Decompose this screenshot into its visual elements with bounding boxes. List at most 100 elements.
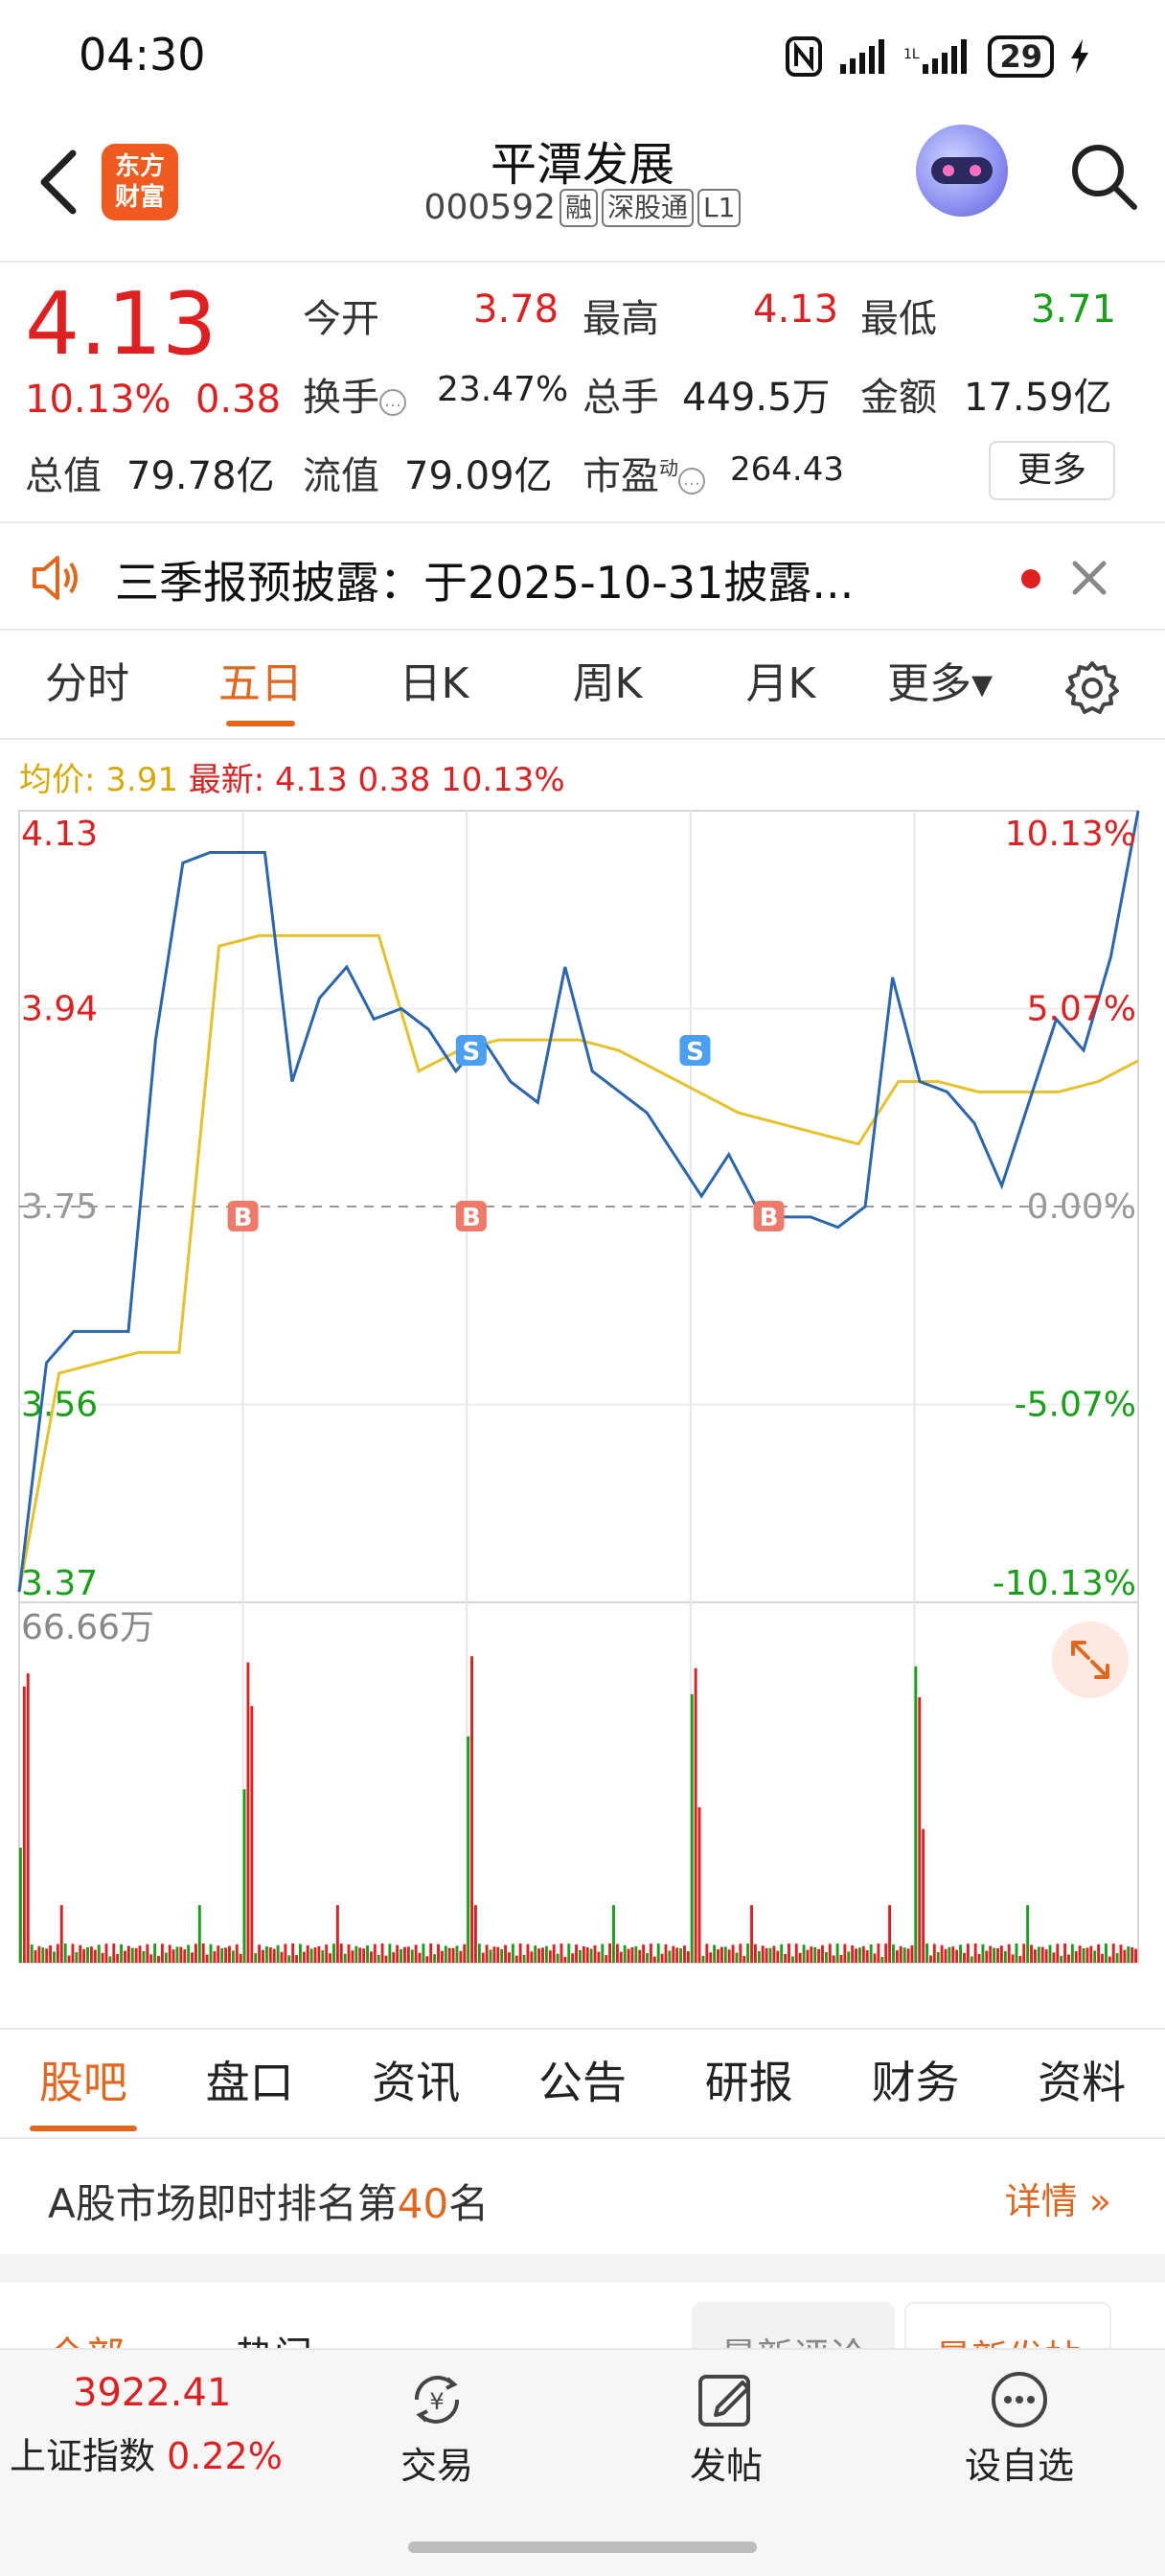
volume-bar (384, 1955, 388, 1963)
index-name[interactable]: 上证指数 0.22% (10, 2426, 283, 2479)
volume-bar (694, 1668, 697, 1963)
volume-bar (455, 1945, 459, 1963)
buy-marker-letter: B (234, 1204, 253, 1232)
volume-bar (534, 1945, 537, 1963)
close-icon[interactable] (1065, 554, 1113, 602)
tab-intraday[interactable]: 分时 (0, 632, 174, 738)
volume-bar (481, 1952, 485, 1963)
volume-bar (765, 1947, 768, 1963)
buy-marker-letter: B (462, 1204, 481, 1232)
volume-bar (664, 1944, 668, 1963)
volume-bar (985, 1950, 989, 1963)
volume-bar (343, 1953, 347, 1963)
volume-bar (567, 1944, 571, 1963)
price-change: 10.13% 0.38 (25, 378, 282, 422)
five-day-chart[interactable]: B B B S S 4.13 10.13% 3.94 5.07% 3.75 0.00% 3.56 -5… (0, 805, 1165, 1974)
volume-bar (522, 1954, 526, 1963)
volume-bar (414, 1944, 418, 1963)
tab-news[interactable]: 资讯 (332, 2030, 499, 2137)
index-value[interactable]: 3922.41 (73, 2371, 231, 2415)
amount-label: 金额 (860, 376, 937, 420)
volume-bar (1060, 1955, 1063, 1963)
volume-bar (164, 1952, 168, 1963)
volume-bar (605, 1955, 608, 1963)
more-button[interactable]: 更多 (989, 441, 1115, 500)
pct-tick-label: -5.07% (1015, 1386, 1136, 1425)
volume-bar (672, 1945, 675, 1963)
avg-price-line (17, 933, 1139, 1593)
volume-bar (380, 1944, 384, 1963)
expand-icon[interactable] (1052, 1622, 1129, 1698)
volume-bar (526, 1944, 530, 1963)
tab-forum[interactable]: 股吧 (0, 2030, 167, 2137)
volume-bar (902, 1947, 906, 1963)
tab-research[interactable]: 研报 (666, 2030, 833, 2137)
nfc-icon (786, 36, 823, 77)
tab-more[interactable]: 更多▾ (868, 632, 1012, 738)
current-price: 4.13 (25, 274, 217, 375)
announcement-banner[interactable]: 三季报预披露：于2025-10-31披露... (0, 525, 1165, 629)
volume-bar (888, 1905, 892, 1963)
details-link[interactable]: 详情 » (1005, 2172, 1111, 2224)
volume-bar (284, 1944, 287, 1963)
high-label: 最高 (582, 297, 659, 341)
ranking-row[interactable]: A股市场即时排名第40名 详情 » (0, 2139, 1165, 2252)
pct-tick-label: 10.13% (1005, 815, 1136, 854)
tab-announcements[interactable]: 公告 (499, 2030, 666, 2137)
volume-bar (317, 1945, 321, 1963)
volume-bar (541, 1947, 544, 1963)
volume-bar (772, 1945, 776, 1963)
settings-icon[interactable] (1063, 659, 1121, 717)
volume-bar (839, 1954, 843, 1963)
volume-bar (948, 1946, 951, 1963)
volume-bar (63, 1944, 67, 1963)
volume-bar (813, 1946, 817, 1963)
tab-monthly-k[interactable]: 月K (694, 632, 868, 738)
post-button[interactable]: 发帖 (650, 2369, 803, 2489)
volume-bar (537, 1948, 541, 1963)
volume-bar (652, 1956, 656, 1963)
stock-header: 东方 财富 平潭发展 000592 融深股通 L1 (0, 115, 1165, 259)
volume-bar (470, 1656, 473, 1963)
tab-order-book[interactable]: 盘口 (167, 2030, 333, 2137)
volume-label: 总手 (582, 376, 659, 420)
assistant-avatar[interactable] (916, 125, 1008, 217)
volume-bar (683, 1945, 686, 1963)
pct-tick-label: -10.13% (993, 1564, 1136, 1603)
volume-bar (1048, 1944, 1052, 1963)
volume-bar (56, 1944, 59, 1963)
volume-bar (489, 1949, 492, 1963)
volume-bar (295, 1955, 298, 1963)
add-watchlist-button[interactable]: 设自选 (943, 2369, 1096, 2489)
filter-hot[interactable]: 热门 (236, 2325, 312, 2350)
trade-button[interactable]: ¥ 交易 (360, 2369, 514, 2489)
tab-five-day[interactable]: 五日 (174, 632, 347, 738)
volume-bar (37, 1945, 41, 1963)
tab-weekly-k[interactable]: 周K (521, 632, 694, 738)
volume-bar (149, 1954, 153, 1963)
tab-financials[interactable]: 财务 (833, 2030, 999, 2137)
volume-bar (451, 1947, 455, 1963)
filter-all[interactable]: 全部 (48, 2325, 125, 2350)
amount-value: 17.59亿 (964, 376, 1112, 420)
volume-bar (1111, 1944, 1115, 1963)
volume-bar (828, 1944, 832, 1963)
volume-bar (649, 1944, 652, 1963)
volume-bar (351, 1950, 354, 1963)
tab-profile[interactable]: 资料 (998, 2030, 1165, 2137)
volume-bar (213, 1951, 217, 1963)
volume-bar (936, 1951, 940, 1963)
section-gap (0, 2254, 1165, 2283)
volume-bar (332, 1944, 335, 1963)
volume-bar (727, 1949, 731, 1963)
volume-bar (335, 1905, 339, 1963)
volume-bar (459, 1950, 463, 1963)
volume-bar (1044, 1949, 1048, 1963)
sort-latest-comments[interactable]: 最新评论 (692, 2302, 896, 2350)
search-icon[interactable] (1065, 138, 1142, 215)
float-value: 79.09亿 (404, 454, 553, 498)
volume-bar (187, 1944, 191, 1963)
tab-daily-k[interactable]: 日K (347, 632, 521, 738)
sort-latest-posts[interactable]: 最新发帖 (904, 2302, 1112, 2350)
volume-bar (235, 1944, 239, 1963)
